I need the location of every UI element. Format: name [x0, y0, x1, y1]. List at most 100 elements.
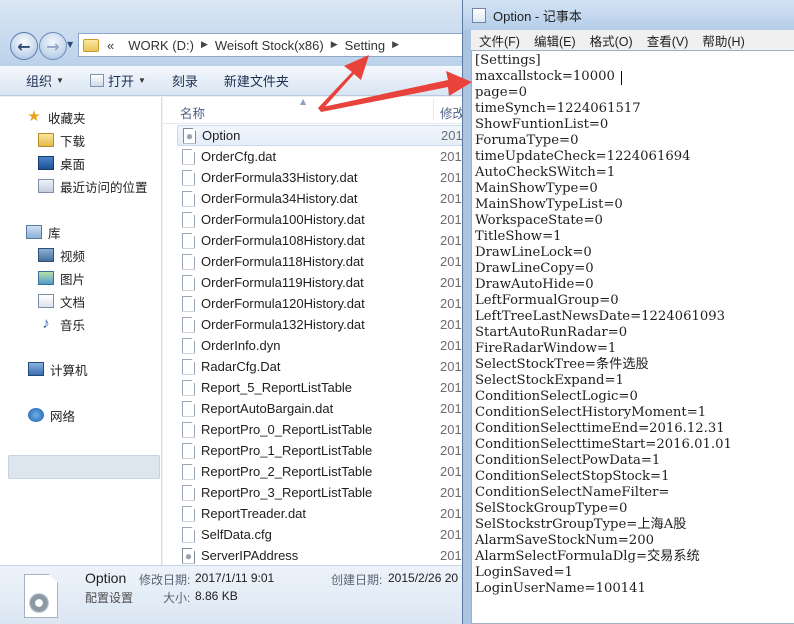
file-row[interactable]: OrderFormula34History.dat 201	[177, 188, 470, 209]
notepad-window: Option - 记事本 文件(F) 编辑(E) 格式(O) 查看(V) 帮助(…	[462, 0, 794, 624]
text-line: StartAutoRunRadar=0	[475, 325, 628, 340]
address-crumb-app[interactable]: Weisoft Stock(x86)	[215, 38, 324, 53]
file-row[interactable]: ReportAutoBargain.dat 201	[177, 398, 470, 419]
file-date: 201	[440, 296, 462, 311]
file-date: 201	[441, 128, 463, 143]
file-icon	[182, 253, 195, 270]
new-folder-button[interactable]: 新建文件夹	[224, 71, 289, 90]
details-pane: Option 配置设置 修改日期: 2017/1/11 9:01 大小: 8.8…	[0, 565, 470, 624]
chevron-right-icon[interactable]: ▶	[331, 40, 338, 50]
nav-downloads[interactable]: 下载	[38, 129, 85, 151]
file-row[interactable]: OrderFormula100History.dat 201	[177, 209, 470, 230]
file-row[interactable]: ReportPro_2_ReportListTable 201	[177, 461, 470, 482]
file-icon	[182, 274, 195, 291]
file-row[interactable]: RadarCfg.Dat 201	[177, 356, 470, 377]
back-button[interactable]: ←	[10, 32, 38, 60]
file-row[interactable]: OrderFormula108History.dat 201	[177, 230, 470, 251]
nav-recent[interactable]: 最近访问的位置	[38, 175, 148, 197]
text-line: ShowFuntionList=0	[475, 117, 609, 132]
details-file-name: Option	[85, 570, 127, 586]
nav-favorites[interactable]: ★ 收藏夹	[26, 106, 85, 128]
chevron-right-icon[interactable]: ▶	[392, 40, 399, 50]
file-row[interactable]: OrderFormula118History.dat 201	[177, 251, 470, 272]
star-icon: ★	[27, 108, 41, 125]
file-icon	[182, 316, 195, 333]
text-line: ConditionSelectNameFilter=	[475, 485, 670, 500]
menu-help[interactable]: 帮助(H)	[702, 31, 744, 50]
menu-view[interactable]: 查看(V)	[647, 31, 689, 50]
file-row-selected[interactable]: Option 201	[177, 125, 470, 146]
file-icon	[182, 190, 195, 207]
file-row[interactable]: OrderFormula119History.dat 201	[177, 272, 470, 293]
nav-documents[interactable]: 文档	[38, 290, 85, 312]
address-overflow[interactable]: «	[107, 38, 114, 53]
file-list: ▲ 名称 修改 Option 201 OrderCfg.dat 201 OrderFor…	[163, 97, 470, 565]
nav-libraries[interactable]: 库	[26, 221, 61, 243]
nav-videos[interactable]: 视频	[38, 244, 85, 266]
video-icon	[38, 248, 54, 262]
file-row[interactable]: ReportPro_0_ReportListTable 201	[177, 419, 470, 440]
desktop-icon	[38, 156, 54, 170]
menu-format[interactable]: 格式(O)	[590, 31, 633, 50]
file-row[interactable]: Report_5_ReportListTable 201	[177, 377, 470, 398]
nav-desktop[interactable]: 桌面	[38, 152, 85, 174]
file-icon	[182, 505, 195, 522]
nav-computer[interactable]: 计算机	[28, 358, 88, 380]
file-icon	[182, 484, 195, 501]
details-created-label: 创建日期:	[331, 573, 383, 587]
file-row[interactable]: ServerIPAddress 201	[177, 545, 470, 565]
text-line: SelStockstrGroupType=上海A股	[475, 517, 687, 532]
organize-button[interactable]: 组织 ▼	[26, 71, 64, 90]
file-row[interactable]: OrderFormula33History.dat 201	[177, 167, 470, 188]
file-name: OrderFormula33History.dat	[201, 170, 358, 185]
column-name[interactable]: 名称	[180, 103, 205, 122]
file-date: 201	[440, 254, 462, 269]
details-file-type: 配置设置	[85, 591, 134, 605]
file-row[interactable]: OrderFormula132History.dat 201	[177, 314, 470, 335]
file-name: Option	[202, 128, 241, 143]
burn-button[interactable]: 刻录	[172, 71, 198, 90]
file-row[interactable]: ReportPro_1_ReportListTable 201	[177, 440, 470, 461]
notepad-text-area[interactable]: [Settings] maxcallstock=10000 page=0 timeSy…	[471, 50, 794, 624]
file-row[interactable]: ReportPro_3_ReportListTable 201	[177, 482, 470, 503]
file-row[interactable]: SelfData.cfg 201	[177, 524, 470, 545]
file-row[interactable]: OrderInfo.dyn 201	[177, 335, 470, 356]
download-folder-icon	[38, 133, 54, 147]
column-divider[interactable]	[433, 99, 434, 121]
address-crumb-setting[interactable]: Setting	[345, 38, 385, 53]
notepad-title-bar[interactable]: Option - 记事本	[463, 0, 794, 30]
file-date: 201	[440, 359, 462, 374]
address-crumb-drive[interactable]: WORK (D:)	[128, 38, 194, 53]
text-line: LoginSaved=1	[475, 565, 573, 580]
nav-music[interactable]: ♪ 音乐	[38, 313, 85, 335]
file-name: SelfData.cfg	[201, 527, 272, 542]
file-name: OrderCfg.dat	[201, 149, 277, 164]
file-name: ReportPro_3_ReportListTable	[201, 485, 373, 500]
file-name: OrderFormula119History.dat	[201, 275, 364, 290]
file-icon	[182, 442, 195, 459]
text-line: AlarmSelectFormulaDlg=交易系统	[475, 549, 700, 564]
forward-button[interactable]: →	[39, 32, 67, 60]
command-bar: 组织 ▼ 打开 ▼ 刻录 新建文件夹	[0, 66, 470, 96]
library-icon	[26, 225, 42, 239]
menu-file[interactable]: 文件(F)	[479, 31, 520, 50]
file-row[interactable]: OrderCfg.dat 201	[177, 146, 470, 167]
file-date: 201	[440, 422, 462, 437]
recent-pages-dropdown[interactable]: ▼	[67, 40, 77, 52]
file-date: 201	[440, 233, 462, 248]
file-row[interactable]: OrderFormula120History.dat 201	[177, 293, 470, 314]
text-line: maxcallstock=10000	[475, 69, 615, 84]
file-icon	[182, 358, 195, 375]
text-line: [Settings]	[475, 53, 541, 68]
menu-edit[interactable]: 编辑(E)	[534, 31, 576, 50]
nav-network[interactable]: 网络	[28, 404, 75, 426]
chevron-right-icon[interactable]: ▶	[201, 40, 208, 50]
open-button[interactable]: 打开 ▼	[89, 71, 146, 90]
address-bar[interactable]: « WORK (D:) ▶ Weisoft Stock(x86) ▶ Setti…	[78, 33, 470, 57]
caret-down-icon: ▼	[137, 76, 146, 85]
file-icon	[182, 526, 195, 543]
file-name: OrderInfo.dyn	[201, 338, 281, 353]
text-line: SelectStockTree=条件选股	[475, 357, 649, 372]
nav-pictures[interactable]: 图片	[38, 267, 85, 289]
file-row[interactable]: ReportTreader.dat 201	[177, 503, 470, 524]
